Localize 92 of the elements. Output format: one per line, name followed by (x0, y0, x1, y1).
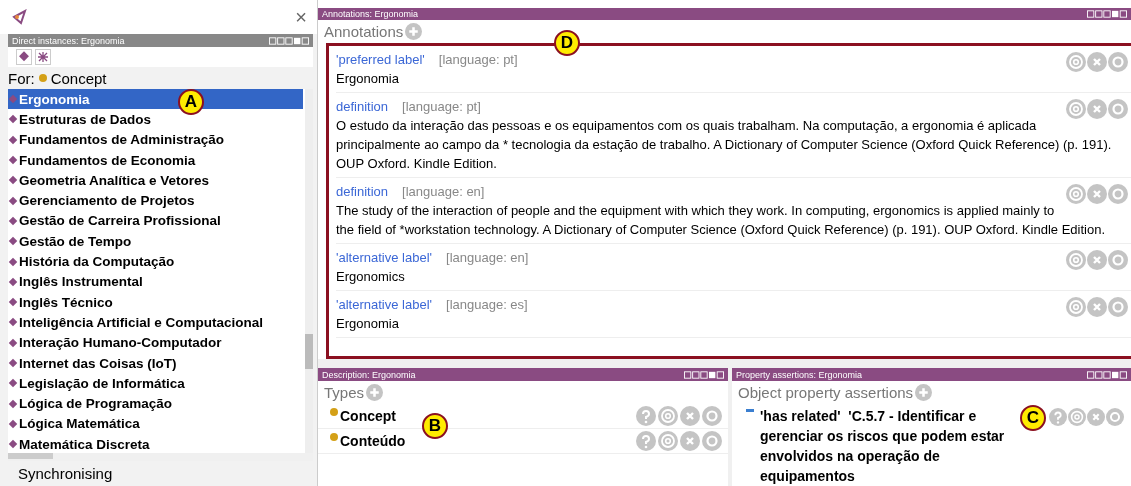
window-controls-icon[interactable] (684, 370, 724, 379)
annotate-icon[interactable] (1066, 250, 1086, 271)
property-link[interactable]: 'preferred label' (336, 52, 425, 68)
help-icon[interactable] (636, 431, 656, 451)
type-name: Conteúdo (340, 433, 407, 449)
property-link[interactable]: definition (336, 99, 389, 115)
annotation-value: Ergonomia (336, 315, 400, 334)
annotate-icon[interactable] (658, 431, 678, 451)
delete-icon[interactable] (1087, 99, 1107, 120)
list-item[interactable]: Gestão de Carreira Profissional (8, 210, 303, 232)
section-header: Annotations (324, 23, 404, 41)
language-tag: [language: es] (446, 297, 528, 313)
list-item[interactable]: Interação Humano-Computador (8, 332, 303, 353)
class-dot-icon (330, 408, 338, 416)
delete-individual-icon[interactable] (35, 49, 51, 65)
annotate-icon[interactable] (1066, 184, 1086, 205)
type-name: Concept (340, 408, 397, 424)
edit-icon[interactable] (702, 406, 722, 426)
class-dot-icon (330, 433, 338, 441)
list-item[interactable]: Gerenciamento de Projetos (8, 190, 303, 211)
list-item[interactable]: Inglês Técnico (8, 291, 303, 313)
edit-icon[interactable] (1108, 297, 1128, 318)
panel-title: Direct instances: Ergonomia (12, 35, 125, 46)
list-item[interactable]: Legislação de Informática (8, 373, 303, 394)
delete-icon[interactable] (680, 431, 700, 451)
panel-title: Annotations: Ergonomia (322, 8, 419, 19)
status-text: Synchronising (18, 465, 113, 482)
section-header: Types (324, 384, 365, 401)
edit-icon[interactable] (1106, 408, 1124, 426)
annotation-value: Ergonomics (336, 268, 406, 287)
callout-badge: B (422, 413, 448, 439)
window-controls-icon[interactable] (1087, 9, 1127, 18)
class-dot-icon (38, 74, 47, 82)
list-item[interactable]: Inteligência Artificial e Computacional (8, 312, 303, 333)
close-button[interactable]: × (295, 5, 307, 29)
delete-icon[interactable] (1087, 297, 1107, 318)
list-item[interactable]: Fundamentos de Administração (8, 129, 303, 150)
language-tag: [language: en] (446, 250, 529, 266)
annotation-value: Ergonomia (336, 70, 400, 89)
scrollbar-thumb[interactable] (305, 334, 313, 369)
callout-badge: C (1020, 405, 1046, 431)
edit-icon[interactable] (1108, 99, 1128, 120)
delete-icon[interactable] (680, 406, 700, 426)
delete-icon[interactable] (1087, 408, 1105, 426)
add-icon[interactable] (405, 23, 423, 41)
help-icon[interactable] (636, 406, 656, 426)
annotate-icon[interactable] (1066, 52, 1086, 73)
edit-icon[interactable] (1108, 250, 1128, 271)
list-item[interactable]: Geometria Analítica e Vetores (8, 170, 303, 191)
list-item[interactable]: História da Computação (8, 251, 303, 272)
app-logo-icon (12, 9, 28, 25)
delete-icon[interactable] (1087, 250, 1107, 271)
panel-title: Property assertions: Ergonomia (736, 369, 863, 380)
property-link[interactable]: 'alternative label' (336, 297, 433, 313)
annotate-icon[interactable] (1068, 408, 1086, 426)
list-item[interactable]: Inglês Instrumental (8, 271, 303, 292)
annotate-icon[interactable] (1066, 99, 1086, 120)
assertion-text: 'has related' 'C.5.7 - Identificar e gerenciar os riscos que podem estar envolvidos na operação de equipamentos (760, 407, 1006, 486)
list-item[interactable]: Lógica Matemática (8, 413, 303, 435)
list-item[interactable]: Lógica de Programação (8, 393, 303, 414)
add-icon[interactable] (915, 384, 933, 401)
window-controls-icon[interactable] (1087, 370, 1127, 379)
window-controls-icon[interactable] (269, 36, 309, 45)
add-icon[interactable] (366, 384, 384, 401)
delete-icon[interactable] (1087, 52, 1107, 73)
callout-badge: D (554, 30, 580, 57)
annotate-icon[interactable] (658, 406, 678, 426)
language-tag: [language: en] (402, 184, 485, 200)
section-header: Object property assertions (738, 384, 914, 401)
help-icon[interactable] (1049, 408, 1067, 426)
property-link[interactable]: 'alternative label' (336, 250, 433, 266)
language-tag: [language: pt] (402, 99, 481, 115)
delete-icon[interactable] (1087, 184, 1107, 205)
language-tag: [language: pt] (438, 52, 518, 68)
annotate-icon[interactable] (1066, 297, 1086, 318)
edit-icon[interactable] (702, 431, 722, 451)
property-link[interactable]: definition (336, 184, 389, 200)
scrollbar-thumb[interactable] (8, 453, 53, 459)
property-dash-icon (746, 409, 754, 412)
add-individual-icon[interactable] (16, 49, 32, 65)
edit-icon[interactable] (1108, 184, 1128, 205)
class-name: Concept (50, 69, 107, 87)
for-label: For: (8, 69, 35, 87)
list-item[interactable]: Fundamentos de Economia (8, 149, 303, 171)
callout-badge: A (178, 89, 204, 115)
annotation-value: The study of the interaction of people and the equipment with which they work. In computing, ergonomics is applied mainly to the field of *workstation technology. A Dictionary of Computer Science (Oxford Quick Reference) (p. 191). OUP Oxford. Kindle Edition. (336, 202, 1107, 240)
list-item[interactable]: Gestão de Tempo (8, 231, 303, 252)
panel-title: Description: Ergonomia (322, 369, 416, 380)
list-item[interactable]: Matemática Discreta (8, 434, 303, 453)
annotation-value: O estudo da interação das pessoas e os equipamentos com os quais trabalham. Na computação, a ergonomia é aplicada principalmente ao campo da * tecnologia da estação de trabalho. A Dictionary of Computer Science (Oxford Quick Reference) (p. 191). OUP Oxford. Kindle Edition. (336, 117, 1113, 174)
list-item[interactable]: Internet das Coisas (IoT) (8, 352, 303, 374)
edit-icon[interactable] (1108, 52, 1128, 73)
